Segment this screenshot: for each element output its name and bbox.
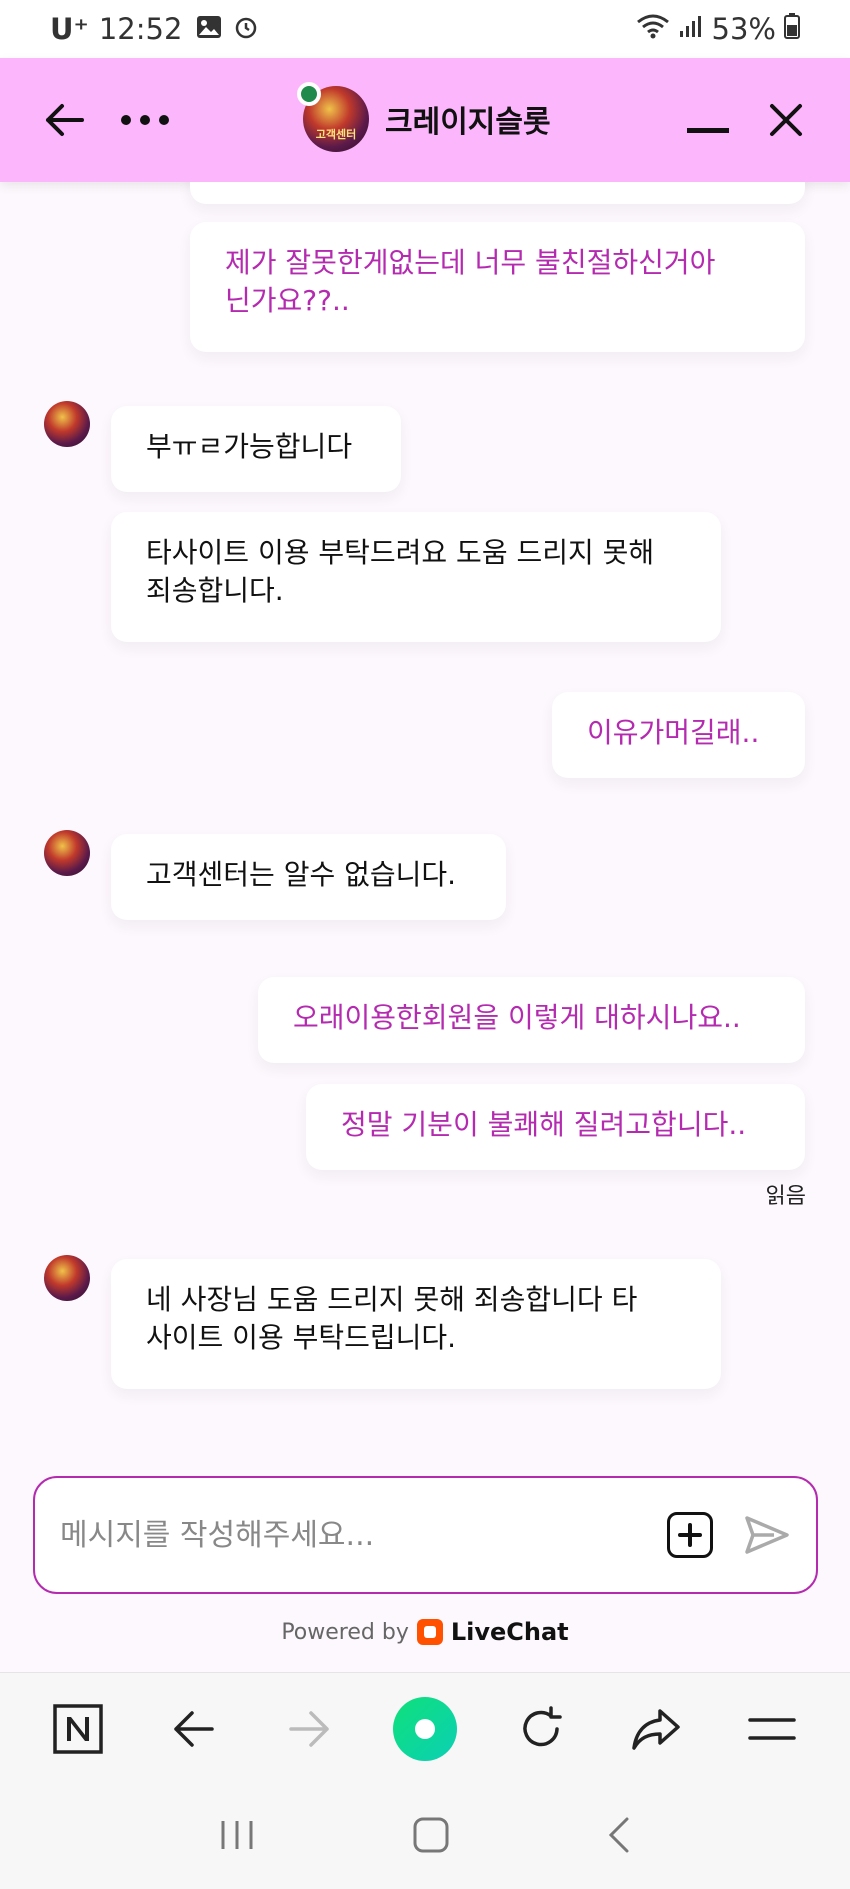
recent-apps-button[interactable] <box>219 1818 255 1856</box>
livechat-logo-icon <box>416 1619 443 1645</box>
agent-avatar-small <box>44 401 90 447</box>
forward-arrow-icon <box>289 1710 329 1747</box>
chat-title: 크레이지슬롯 <box>385 105 551 140</box>
message-bubble-agent: 부ㅠㄹ가능합니다 <box>111 406 401 492</box>
avatar-label: 고객센터 <box>315 128 357 141</box>
browser-menu-button[interactable] <box>727 1684 817 1774</box>
alarm-icon <box>234 12 258 46</box>
menu-icon <box>748 1717 796 1740</box>
battery-percent: 53% <box>711 12 776 46</box>
carrier-label: U⁺ <box>50 12 89 46</box>
status-bar: U⁺ 12:52 53% <box>0 0 850 58</box>
home-circle-icon <box>392 1696 457 1761</box>
green-dot-button[interactable] <box>380 1684 470 1774</box>
back-arrow-icon <box>173 1710 214 1747</box>
send-button[interactable] <box>743 1511 791 1559</box>
battery-icon <box>784 12 800 46</box>
message-bubble-visitor: 오래이용한회원을 이렇게 대하시나요.. <box>258 977 805 1063</box>
send-icon <box>745 1516 789 1554</box>
message-bubble-agent: 고객센터는 알수 없습니다. <box>111 834 506 920</box>
browser-toolbar <box>0 1672 850 1784</box>
refresh-icon <box>522 1705 562 1746</box>
powered-by-prefix: Powered by <box>281 1619 409 1645</box>
recent-apps-icon <box>221 1820 253 1849</box>
read-receipt: 읽음 <box>765 1184 806 1209</box>
more-dots-icon <box>121 115 169 125</box>
message-bubble-agent: 타사이트 이용 부탁드려요 도움 드리지 못해 죄송합니다. <box>111 512 721 642</box>
message-input[interactable] <box>60 1517 667 1553</box>
message-bubble-partial <box>190 182 805 204</box>
agent-avatar: 고객센터 <box>297 82 369 152</box>
home-button[interactable] <box>412 1816 450 1858</box>
message-bubble-visitor: 이유가머길래.. <box>552 692 805 778</box>
plus-icon <box>678 1523 702 1547</box>
wifi-icon <box>636 12 670 46</box>
minimize-icon <box>687 128 729 133</box>
agent-avatar-small <box>44 1255 90 1301</box>
online-status-dot <box>297 82 321 106</box>
message-bubble-visitor: 제가 잘못한게없는데 너무 불친절하신거아 닌가요??.. <box>190 222 805 352</box>
system-nav-bar <box>0 1784 850 1889</box>
close-button[interactable] <box>764 58 808 182</box>
message-bubble-agent: 네 사장님 도움 드리지 못해 죄송합니다 타 사이트 이용 부탁드립니다. <box>111 1259 721 1389</box>
browser-forward-button[interactable] <box>264 1684 354 1774</box>
share-button[interactable] <box>611 1684 701 1774</box>
agent-avatar-small <box>44 830 90 876</box>
agent-identity: 고객센터 크레이지슬롯 <box>297 82 551 152</box>
system-back-button[interactable] <box>607 1816 631 1858</box>
close-icon <box>770 104 802 136</box>
refresh-button[interactable] <box>496 1684 586 1774</box>
naver-home-button[interactable] <box>33 1684 123 1774</box>
more-options-button[interactable] <box>118 58 172 182</box>
message-list[interactable]: 제가 잘못한게없는데 너무 불친절하신거아 닌가요??.. 부ㅠㄹ가능합니다 타… <box>0 182 850 1452</box>
chat-header: 고객센터 크레이지슬롯 <box>0 58 850 182</box>
back-arrow-icon <box>46 104 84 136</box>
signal-icon <box>678 12 704 46</box>
message-composer <box>33 1476 818 1594</box>
livechat-brand: LiveChat <box>450 1618 569 1646</box>
gallery-icon <box>196 12 222 46</box>
home-square-icon <box>413 1817 449 1852</box>
status-time: 12:52 <box>98 12 183 46</box>
message-bubble-visitor: 정말 기분이 불쾌해 질려고합니다.. <box>306 1084 805 1170</box>
naver-icon <box>53 1703 103 1754</box>
attach-button[interactable] <box>667 1512 713 1558</box>
share-icon <box>632 1708 681 1750</box>
back-button[interactable] <box>36 58 92 182</box>
powered-by[interactable]: Powered by LiveChat <box>0 1618 850 1646</box>
minimize-button[interactable] <box>686 58 730 182</box>
browser-back-button[interactable] <box>149 1684 239 1774</box>
chevron-left-icon <box>609 1817 629 1852</box>
